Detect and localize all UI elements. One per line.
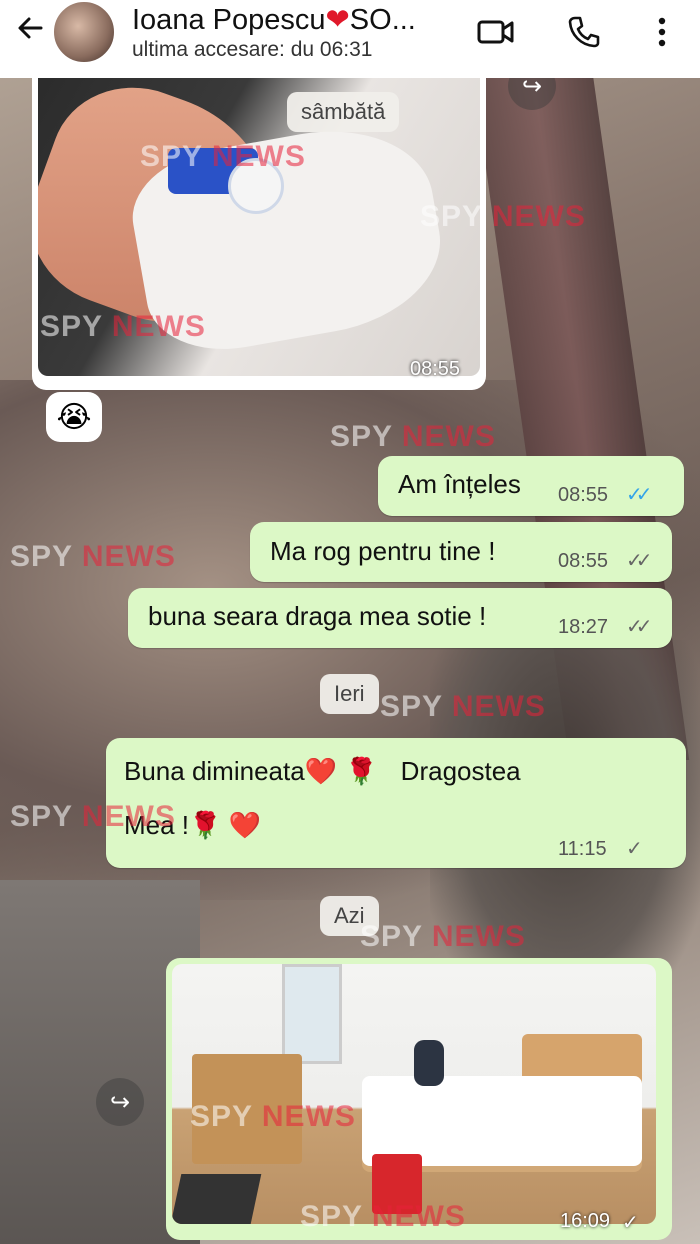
outgoing-message[interactable]: Ma rog pentru tine ! 08:55 ✓✓ [250, 522, 672, 582]
message-time: 18:27 [558, 616, 609, 638]
date-chip-yesterday: Ieri [320, 674, 379, 714]
outgoing-message[interactable]: Buna dimineata❤️ 🌹 Dragostea Mea !🌹 ❤️ 11… [106, 738, 686, 868]
last-seen-status: ultima accesare: du 06:31 [132, 38, 373, 61]
sent-tick-icon: ✓ [622, 1212, 639, 1234]
incoming-photo-message[interactable]: 08:55 [32, 62, 486, 390]
arrow-left-icon[interactable] [12, 10, 48, 46]
avatar[interactable] [52, 0, 116, 64]
sent-tick-icon: ✓ [626, 838, 643, 860]
message-text: Ma rog pentru tine ! [270, 536, 496, 566]
message-time: 08:55 [410, 358, 461, 380]
outgoing-message[interactable]: Am înțeles 08:55 ✓✓ [378, 456, 684, 516]
heart-emoji: ❤ [325, 4, 350, 36]
message-text: Buna dimineata❤️ 🌹 Dragostea [124, 756, 521, 787]
outgoing-photo-message[interactable]: 16:09 ✓ [166, 958, 672, 1240]
message-text-line2: Mea !🌹 ❤️ [124, 810, 262, 841]
message-text: buna seara draga mea sotie ! [148, 601, 487, 631]
contact-name[interactable]: Ioana Popescu❤SO... [132, 2, 416, 37]
forward-icon[interactable]: ↪ [96, 1078, 144, 1126]
outgoing-message[interactable]: buna seara draga mea sotie ! 18:27 ✓✓ [128, 588, 672, 648]
message-time: 08:55 [558, 550, 609, 572]
video-camera-icon[interactable] [476, 12, 516, 52]
delivered-ticks-icon: ✓✓ [626, 616, 652, 638]
phone-icon[interactable] [564, 12, 604, 52]
chat-header: Ioana Popescu❤SO... ultima accesare: du … [0, 0, 700, 78]
message-time: 08:55 [558, 484, 609, 506]
delivered-ticks-icon: ✓✓ [626, 550, 652, 572]
message-time: 11:15 [558, 838, 607, 860]
date-chip-saturday: sâmbătă [287, 92, 400, 132]
date-chip-today: Azi [320, 896, 379, 936]
message-time: 16:09 [560, 1210, 611, 1232]
iv-catheter-photo[interactable] [38, 68, 480, 376]
message-text: Am înțeles [398, 469, 521, 499]
read-ticks-icon: ✓✓ [626, 484, 652, 506]
hotel-room-photo[interactable] [172, 964, 656, 1224]
reaction-crying-emoji[interactable]: 😭 [46, 392, 102, 442]
more-vertical-icon[interactable] [642, 12, 682, 52]
rose-emoji: 🌹 [345, 757, 378, 787]
rose-emoji: 🌹 [189, 811, 222, 841]
heart-emoji: ❤️ [304, 757, 338, 787]
heart-emoji: ❤️ [228, 811, 262, 841]
